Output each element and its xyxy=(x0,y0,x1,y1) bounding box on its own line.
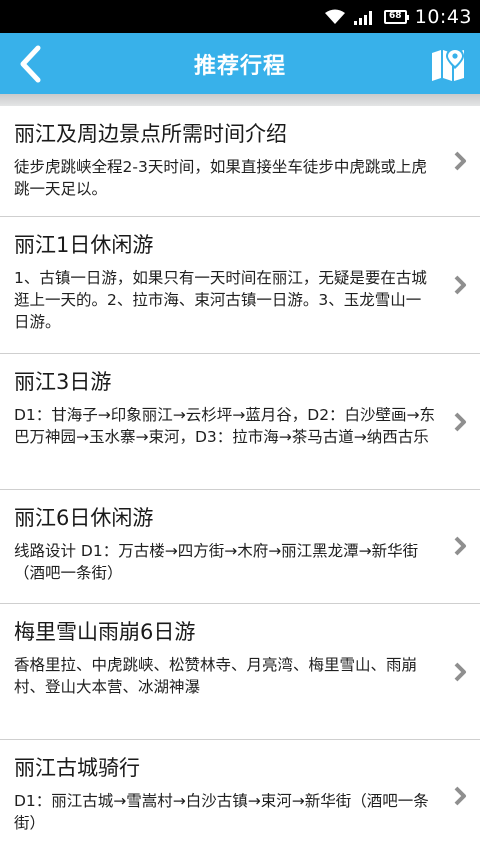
item-title: 丽江6日休闲游 xyxy=(14,506,154,530)
item-title: 丽江古城骑行 xyxy=(14,756,140,780)
item-title: 丽江及周边景点所需时间介绍 xyxy=(14,122,287,146)
wifi-icon xyxy=(324,9,345,24)
status-bar: 68 10:43 xyxy=(0,0,480,33)
list-item[interactable]: 丽江6日休闲游 线路设计 D1：万古楼→四方街→木府→丽江黑龙潭→新华街（酒吧一… xyxy=(0,490,480,604)
chevron-right-icon xyxy=(454,536,466,556)
page-title: 推荐行程 xyxy=(193,53,286,79)
signal-icon xyxy=(353,10,372,25)
back-button[interactable] xyxy=(0,33,60,94)
chevron-right-icon xyxy=(454,412,466,432)
map-pin-icon xyxy=(432,47,464,81)
chevron-right-icon xyxy=(454,786,466,806)
list-item[interactable]: 丽江3日游 D1：甘海子→印象丽江→云杉坪→蓝月谷，D2：白沙壁画→东巴万神园→… xyxy=(0,354,480,490)
item-desc: D1：丽江古城→雪嵩村→白沙古镇→束河→新华街（酒吧一条街） xyxy=(14,792,429,832)
chevron-right-icon xyxy=(454,151,466,171)
item-desc: 香格里拉、中虎跳峡、松赞林寺、月亮湾、梅里雪山、雨崩村、登山大本营、冰湖神瀑 xyxy=(14,656,418,696)
chevron-right-icon xyxy=(454,662,466,682)
list-item[interactable]: 丽江古城骑行 D1：丽江古城→雪嵩村→白沙古镇→束河→新华街（酒吧一条街） xyxy=(0,740,480,854)
item-title: 梅里雪山雨崩6日游 xyxy=(14,620,196,644)
battery-icon: 68 xyxy=(383,9,409,24)
list-item[interactable]: 梅里雪山雨崩6日游 香格里拉、中虎跳峡、松赞林寺、月亮湾、梅里雪山、雨崩村、登山… xyxy=(0,604,480,740)
item-desc: 1、古镇一日游，如果只有一天时间在丽江，无疑是要在古城逛上一天的。2、拉市海、束… xyxy=(14,269,427,331)
item-title: 丽江1日休闲游 xyxy=(14,233,154,257)
itinerary-list: 丽江及周边景点所需时间介绍 徒步虎跳峡全程2-3天时间，如果直接坐车徒步中虎跳或… xyxy=(0,106,480,854)
status-indicators: 68 10:43 xyxy=(324,0,472,33)
status-time: 10:43 xyxy=(414,5,472,28)
item-desc: 徒步虎跳峡全程2-3天时间，如果直接坐车徒步中虎跳或上虎跳一天足以。 xyxy=(14,158,427,198)
list-item[interactable]: 丽江及周边景点所需时间介绍 徒步虎跳峡全程2-3天时间，如果直接坐车徒步中虎跳或… xyxy=(0,106,480,217)
header-shadow xyxy=(0,94,480,106)
map-button[interactable] xyxy=(416,33,480,94)
item-desc: D1：甘海子→印象丽江→云杉坪→蓝月谷，D2：白沙壁画→东巴万神园→玉水寨→束河… xyxy=(14,406,436,446)
header-bar: 推荐行程 xyxy=(0,33,480,94)
list-item[interactable]: 丽江1日休闲游 1、古镇一日游，如果只有一天时间在丽江，无疑是要在古城逛上一天的… xyxy=(0,217,480,354)
chevron-left-icon xyxy=(20,45,41,82)
chevron-right-icon xyxy=(454,275,466,295)
item-title: 丽江3日游 xyxy=(14,370,112,394)
item-desc: 线路设计 D1：万古楼→四方街→木府→丽江黑龙潭→新华街（酒吧一条街） xyxy=(14,542,419,582)
battery-level: 68 xyxy=(388,11,402,21)
